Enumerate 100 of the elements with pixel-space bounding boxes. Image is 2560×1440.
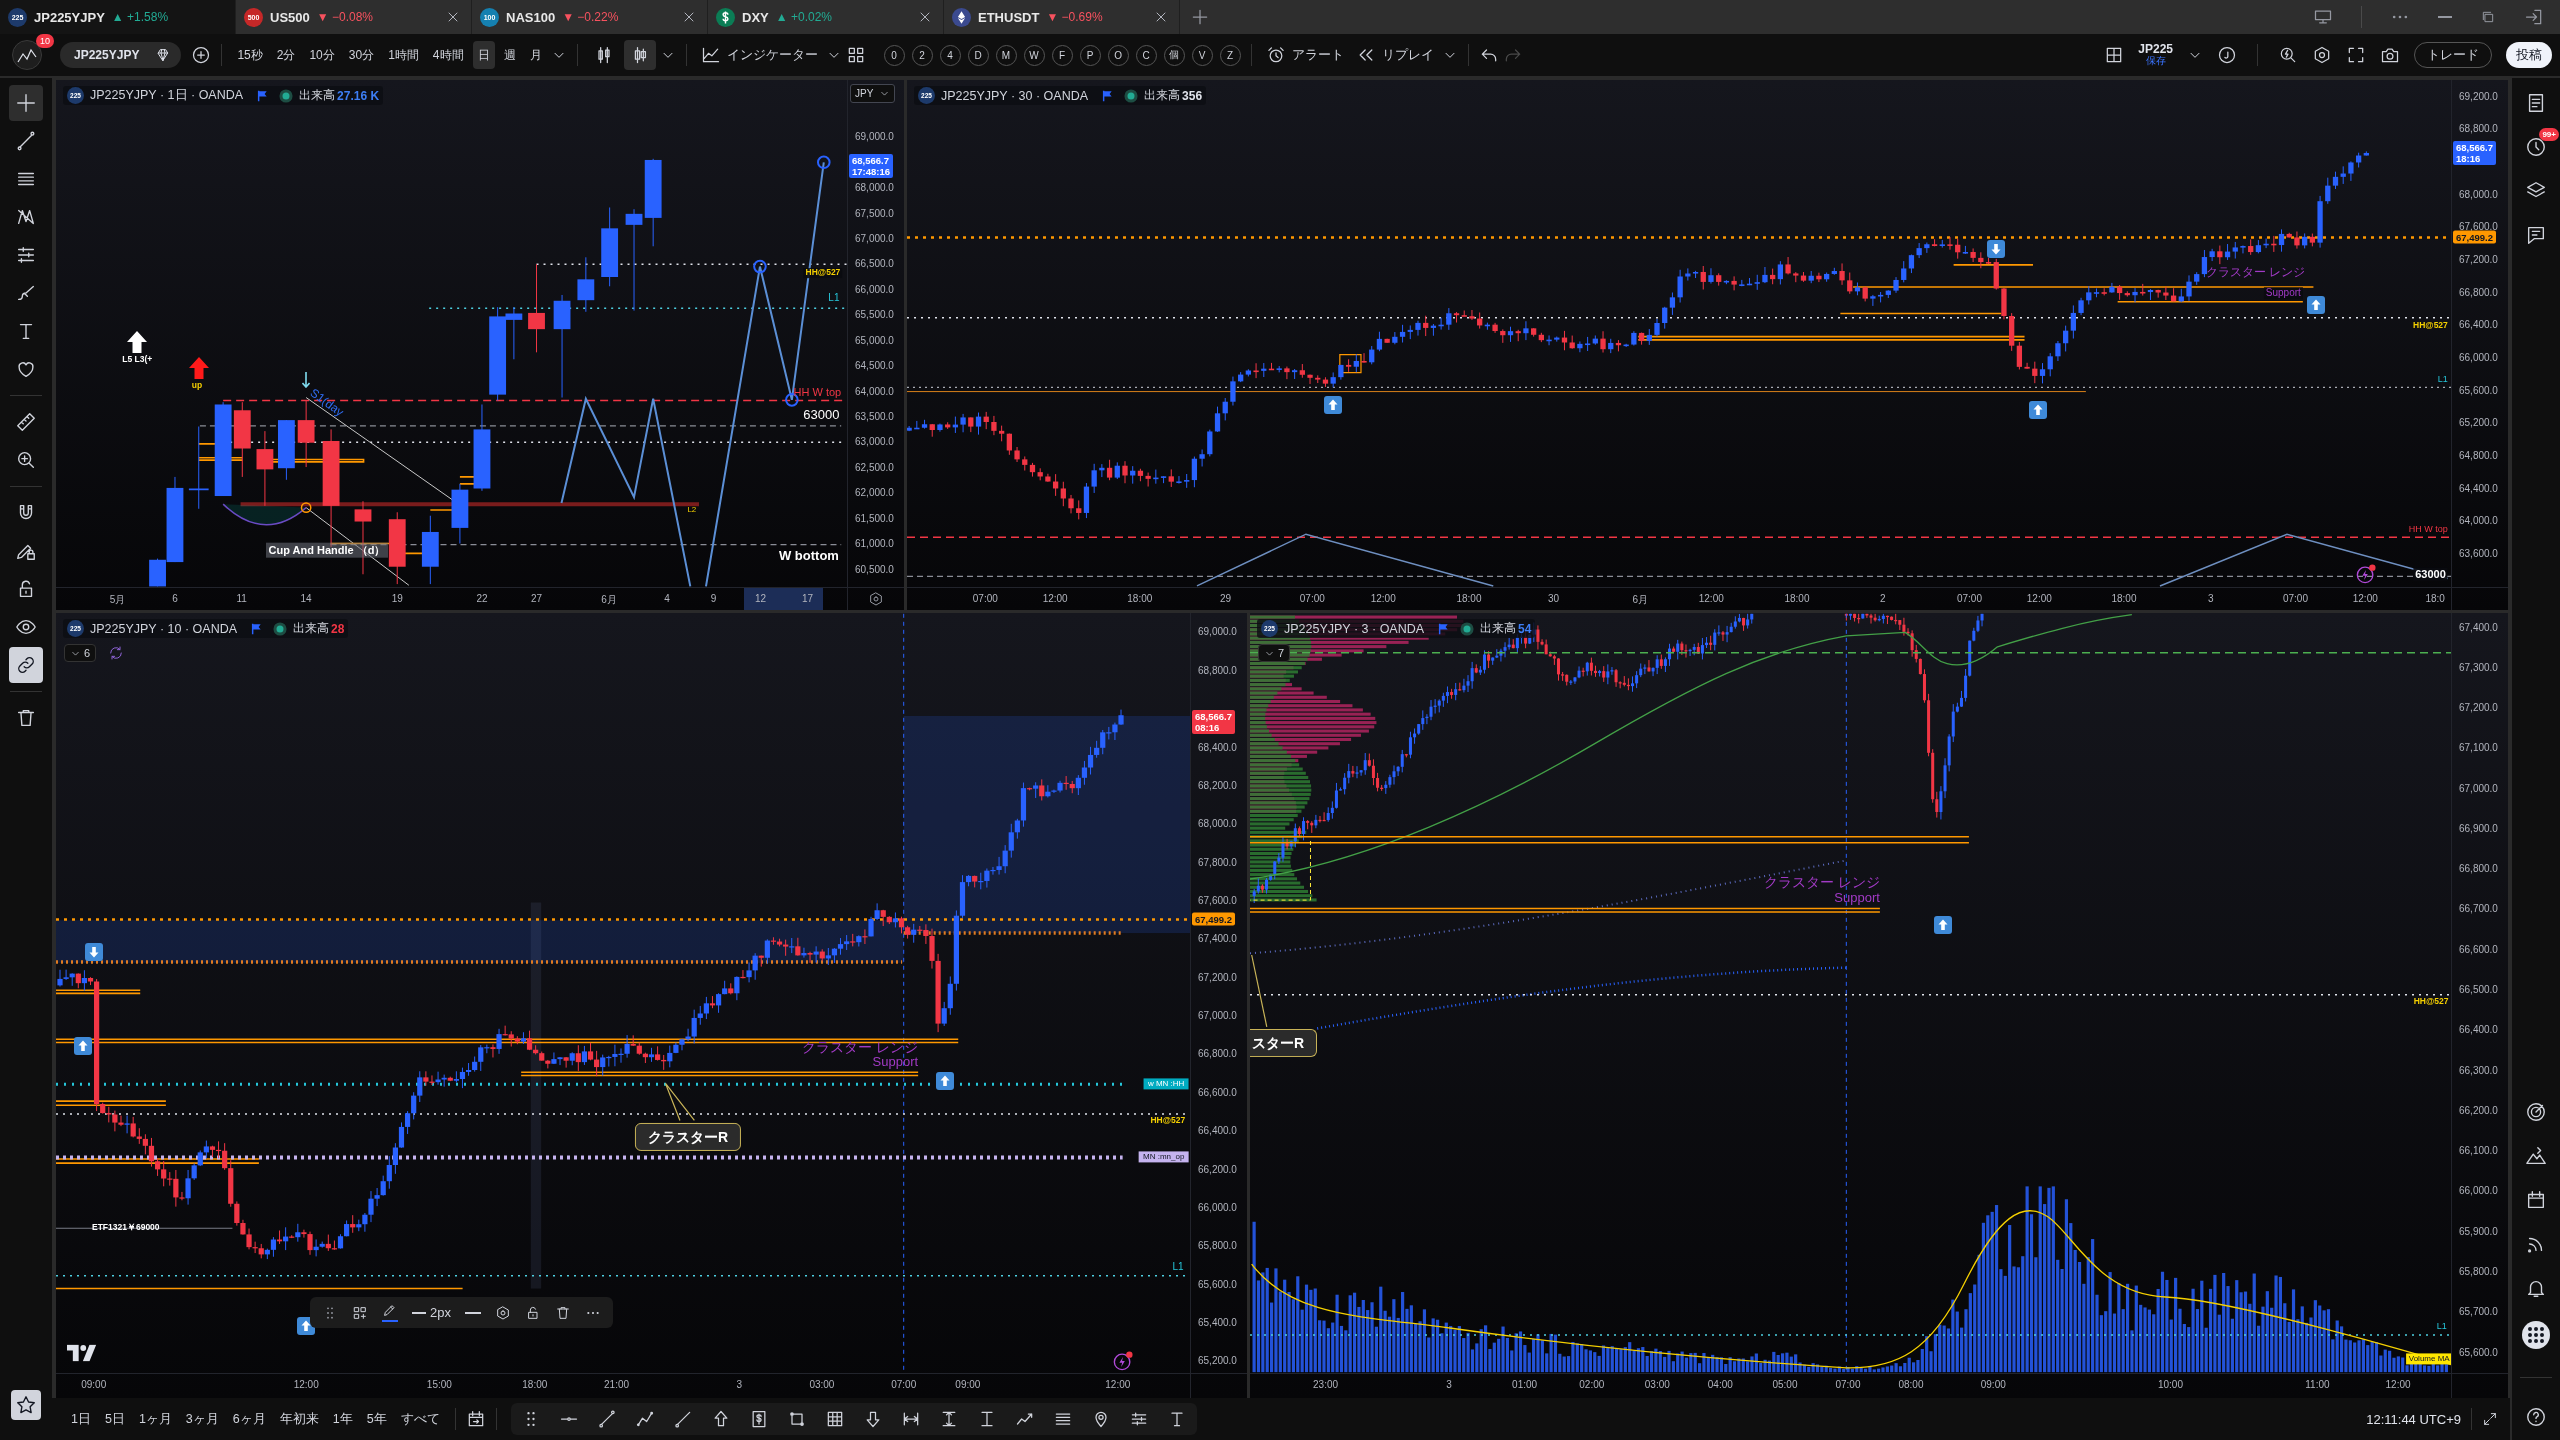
price-axis-label: 65,200.0 xyxy=(2459,416,2498,428)
trend-line-icon[interactable] xyxy=(596,1409,617,1429)
timezone-clock[interactable]: 12:11:44 UTC+9 xyxy=(2366,1411,2461,1427)
settings-icon[interactable] xyxy=(494,1304,511,1321)
range-button[interactable]: 5日 xyxy=(99,1406,130,1432)
price-axis-label: 66,500.0 xyxy=(855,257,894,269)
flag-icon[interactable] xyxy=(249,621,264,636)
flag-icon[interactable] xyxy=(1436,621,1451,636)
price-axis-label: 68,000.0 xyxy=(1198,817,1237,829)
pencil-icon[interactable] xyxy=(382,1303,398,1319)
range-button[interactable]: 年初来 xyxy=(274,1406,324,1432)
replay-button[interactable]: リプレイ xyxy=(1351,40,1438,70)
publish-button[interactable]: 投稿 xyxy=(2506,42,2552,68)
arrow-up-icon xyxy=(127,330,148,353)
link-toggle-button[interactable] xyxy=(9,647,43,683)
zone-label: Support xyxy=(1834,890,1880,906)
profile-circle-icon[interactable] xyxy=(2217,45,2237,65)
hollow-candles-style-button[interactable] xyxy=(623,40,656,70)
interval-button[interactable]: 日 xyxy=(472,41,495,69)
price-axis-label: 67,600.0 xyxy=(1198,894,1237,906)
trash-icon[interactable] xyxy=(15,707,37,729)
fullscreen-icon[interactable] xyxy=(2346,45,2366,65)
chart-title[interactable]: JP225YJPY · 30 · OANDA xyxy=(941,88,1089,103)
arrow-up-icon xyxy=(74,1037,93,1056)
expand-icon[interactable] xyxy=(2482,1411,2498,1427)
price-tag-value: 68,566.7 xyxy=(2456,141,2493,153)
alert-button[interactable]: アラート xyxy=(1261,40,1348,70)
flag-icon[interactable] xyxy=(1100,88,1115,103)
level-label: HH W top xyxy=(2408,523,2448,535)
indicators-button[interactable]: インジケーター xyxy=(696,40,822,70)
range-button[interactable]: 1ヶ月 xyxy=(133,1406,177,1432)
interval-button[interactable]: 15秒 xyxy=(232,41,268,69)
line-width-button[interactable]: 2px xyxy=(412,1305,451,1320)
time-axis-label: 10:00 xyxy=(2157,1379,2183,1390)
trash-icon[interactable] xyxy=(554,1304,571,1321)
price-axis-label: 68,200.0 xyxy=(1198,779,1237,791)
price-axis-label: 67,000.0 xyxy=(855,232,894,244)
interval-button[interactable]: 週 xyxy=(498,41,521,69)
plus-icon[interactable] xyxy=(1190,7,1210,27)
range-button[interactable]: 5年 xyxy=(361,1406,392,1432)
price-axis-label: 64,400.0 xyxy=(2459,482,2498,493)
time-axis-label: 19 xyxy=(391,593,403,604)
range-button[interactable]: 6ヶ月 xyxy=(227,1406,271,1432)
target-icon[interactable] xyxy=(2525,1101,2547,1123)
price-axis-label: 61,000.0 xyxy=(855,537,894,549)
price-axis-label: 60,500.0 xyxy=(855,563,894,575)
interval-button[interactable]: 1時間 xyxy=(383,41,424,69)
time-axis-label: 6月 xyxy=(1632,593,1649,607)
restore-icon[interactable] xyxy=(2480,9,2496,25)
price-axis-label: 67,400.0 xyxy=(1198,932,1237,944)
volume-label: 出来高 xyxy=(299,87,336,104)
apps-icon[interactable] xyxy=(2522,1321,2550,1349)
settings-icon[interactable] xyxy=(868,591,884,607)
avatar-icon[interactable] xyxy=(12,40,42,70)
range-button[interactable]: 1日 xyxy=(66,1406,96,1432)
status-dot-icon xyxy=(1124,88,1139,103)
polyline-icon[interactable] xyxy=(634,1409,655,1429)
quick-search-icon[interactable] xyxy=(2278,45,2298,65)
settings-icon[interactable] xyxy=(2312,45,2332,65)
callout-label: スターR xyxy=(1250,1028,1318,1057)
interval-button[interactable]: 月 xyxy=(524,41,547,69)
price-axis-label: 67,200.0 xyxy=(1198,971,1237,983)
currency-select[interactable]: JPY xyxy=(850,84,896,103)
chart-title[interactable]: JP225YJPY · 10 · OANDA xyxy=(90,621,238,636)
range-button[interactable]: すべて xyxy=(395,1406,445,1432)
help-icon[interactable] xyxy=(2525,1406,2547,1428)
ray-icon[interactable] xyxy=(672,1409,693,1429)
symbol-search-field[interactable]: JP225YJPY xyxy=(60,42,182,68)
lightning-icon[interactable] xyxy=(2356,564,2377,585)
layout-name[interactable]: JP225 xyxy=(2138,43,2173,57)
lightning-icon[interactable] xyxy=(1112,1350,1133,1371)
sync-icon[interactable] xyxy=(108,645,125,661)
time-axis-label: 01:00 xyxy=(1512,1379,1538,1390)
price-axis-label: 67,600.0 xyxy=(2459,220,2498,232)
range-button[interactable]: 3ヶ月 xyxy=(180,1406,224,1432)
line-style-icon[interactable] xyxy=(464,1311,481,1314)
chart-title[interactable]: JP225YJPY · 1日 · OANDA xyxy=(90,87,244,104)
collapse-button[interactable]: 7 xyxy=(1258,644,1291,662)
exit-icon[interactable] xyxy=(2524,7,2544,27)
price-axis-label: 66,500.0 xyxy=(2459,983,2498,995)
mountain-icon[interactable] xyxy=(2525,1145,2547,1167)
range-button[interactable]: 1年 xyxy=(327,1406,358,1432)
notification-badge: 10 xyxy=(36,34,54,48)
interval-button[interactable]: 30分 xyxy=(343,41,380,69)
time-axis-label: 08:00 xyxy=(1898,1379,1924,1390)
clock-icon[interactable] xyxy=(2525,136,2547,158)
interval-button[interactable]: 4時間 xyxy=(427,41,469,69)
interval-button[interactable]: 10分 xyxy=(304,41,340,69)
crosshair-tool-button[interactable] xyxy=(9,85,43,121)
flag-icon[interactable] xyxy=(255,88,270,103)
add-symbol-icon[interactable] xyxy=(191,45,212,65)
indicator-tag: Volume MA xyxy=(2405,1353,2451,1365)
collapse-button[interactable]: 6 xyxy=(64,644,97,662)
arrow-up-icon xyxy=(1933,915,1952,934)
chat-icon[interactable] xyxy=(2525,224,2547,246)
chart-title[interactable]: JP225YJPY · 3 · OANDA xyxy=(1284,621,1425,636)
interval-button[interactable]: 2分 xyxy=(271,41,301,69)
calendar-icon[interactable] xyxy=(2525,1189,2547,1211)
favorites-button[interactable] xyxy=(11,1390,41,1420)
template-icon[interactable] xyxy=(352,1304,368,1321)
